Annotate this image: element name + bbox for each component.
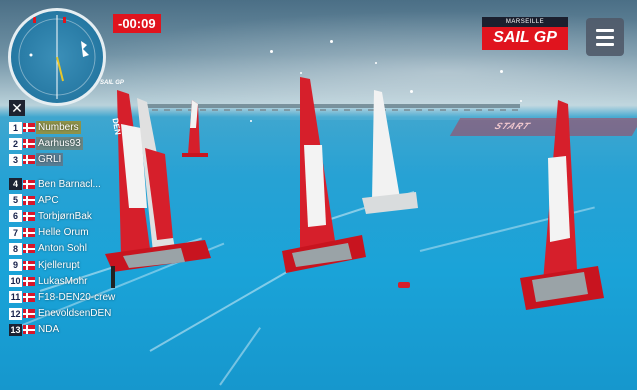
rank-badge: 1 [9, 121, 22, 134]
denmark-flag-icon [23, 195, 35, 205]
leaderboard-row[interactable]: 5 APC [9, 193, 149, 208]
spray [375, 62, 377, 64]
logo-brand: SAIL GP [482, 27, 568, 50]
player-name: Aarhus93 [36, 137, 83, 151]
rank-badge: 3 [9, 153, 22, 166]
rank-badge: 5 [9, 194, 22, 207]
leaderboard-row[interactable]: 4 Ben Barnacl... [9, 177, 149, 192]
spray [500, 70, 503, 73]
denmark-flag-icon [23, 228, 35, 238]
leaderboard-row[interactable]: 3 GRLI [9, 152, 149, 167]
boat-wake [219, 327, 261, 386]
denmark-flag-icon [23, 325, 35, 335]
menu-icon [596, 43, 614, 46]
rank-badge: 12 [9, 307, 22, 320]
denmark-flag-icon [23, 260, 35, 270]
rank-badge: 2 [9, 137, 22, 150]
leaderboard-gap [9, 169, 149, 177]
menu-icon [596, 36, 614, 39]
spray [300, 72, 302, 74]
player-name: EnevoldsenDEN [38, 308, 112, 320]
player-name: Kjellerupt [38, 259, 80, 271]
boat-center [282, 77, 366, 273]
rank-badge: 13 [9, 323, 22, 336]
leaderboard-row[interactable]: 11 F18-DEN20-crew [9, 290, 149, 305]
compass-minimap-icon[interactable] [8, 8, 106, 106]
denmark-flag-icon [23, 123, 35, 132]
leaderboard-row[interactable]: 10 LukasMohr [9, 274, 149, 289]
logo-location: MARSEILLE [482, 17, 568, 27]
leaderboard-row[interactable]: 13 NDA [9, 322, 149, 337]
sailgp-logo: MARSEILLE SAIL GP [482, 17, 568, 50]
rank-badge: 6 [9, 210, 22, 223]
boat-center-white [362, 90, 418, 214]
leaderboard: 1 Numbers 2 Aarhus93 3 GRLI 4 Ben Barnacl...… [9, 120, 149, 338]
leaderboard-row[interactable]: 7 Helle Orum [9, 225, 149, 240]
leaderboard-row[interactable]: 6 TorbjørnBak [9, 209, 149, 224]
player-name: Anton Sohl [38, 243, 87, 255]
player-name: Ben Barnacl... [38, 178, 101, 190]
denmark-flag-icon [23, 155, 35, 165]
player-name: NDA [38, 324, 60, 336]
minimap-graphic [18, 15, 96, 99]
rank-badge: 11 [9, 291, 22, 304]
rank-badge: 7 [9, 226, 22, 239]
denmark-flag-icon [23, 179, 35, 189]
player-name: Helle Orum [38, 227, 89, 239]
leaderboard-row[interactable]: 12 EnevoldsenDEN [9, 306, 149, 321]
player-name: APC [38, 194, 59, 206]
menu-icon [596, 29, 614, 32]
player-name: TorbjørnBak [38, 210, 92, 222]
leaderboard-row[interactable]: 8 Anton Sohl [9, 241, 149, 256]
denmark-flag-icon [23, 309, 35, 319]
close-leaderboard-button[interactable]: ✕ [9, 100, 25, 116]
denmark-flag-icon [23, 244, 35, 254]
rank-badge: 10 [9, 275, 22, 288]
denmark-flag-icon [23, 211, 35, 221]
boat-right [520, 100, 604, 310]
player-name: F18-DEN20-crew [38, 291, 116, 303]
rank-badge: 4 [9, 178, 22, 191]
denmark-flag-icon [23, 139, 35, 149]
menu-button[interactable] [586, 18, 624, 56]
denmark-flag-icon [23, 276, 35, 286]
spray [270, 50, 273, 53]
leaderboard-row[interactable]: 9 Kjellerupt [9, 258, 149, 273]
spray [330, 40, 333, 43]
game-viewport: START -00:09 MARSEILLE SAIL GP ✕ 1 Numbe… [0, 0, 637, 390]
sail-brand-text: SAIL GP [100, 80, 124, 86]
denmark-flag-icon [23, 292, 35, 302]
race-timer: -00:09 [113, 14, 161, 33]
rank-badge: 9 [9, 259, 22, 271]
player-name: LukasMohr [38, 275, 88, 287]
player-name: Numbers [36, 121, 81, 134]
rank-badge: 8 [9, 242, 22, 255]
leaderboard-row[interactable]: 1 Numbers [9, 120, 149, 135]
spray [250, 120, 252, 122]
floating-buoy [398, 282, 410, 288]
leaderboard-row[interactable]: 2 Aarhus93 [9, 136, 149, 151]
player-name: GRLI [36, 153, 64, 167]
